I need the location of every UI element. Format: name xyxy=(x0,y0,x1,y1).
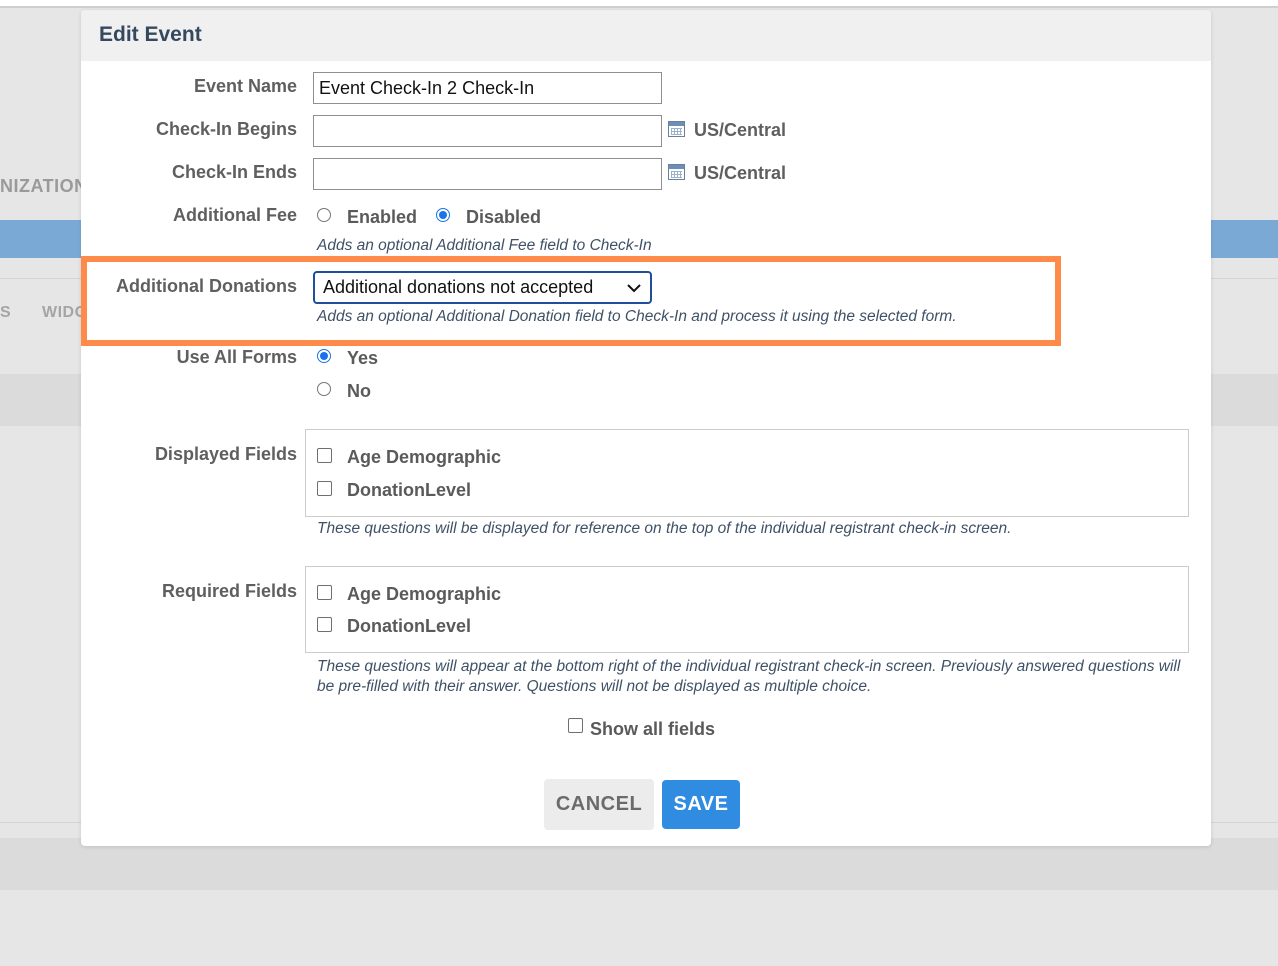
additional-fee-enabled-label[interactable]: Enabled xyxy=(347,207,417,228)
additional-fee-disabled-radio[interactable] xyxy=(436,208,450,222)
use-all-forms-no-label[interactable]: No xyxy=(347,381,371,402)
checkin-begins-timezone: US/Central xyxy=(694,120,787,140)
required-field-label[interactable]: Age Demographic xyxy=(347,584,501,605)
save-button[interactable]: SAVE xyxy=(662,780,740,829)
calendar-icon[interactable] xyxy=(668,164,685,180)
displayed-field-checkbox[interactable] xyxy=(317,481,332,496)
required-fields-label: Required Fields xyxy=(161,581,297,601)
edit-event-modal: Edit Event Event Name Check-In Begins US… xyxy=(81,10,1211,846)
show-all-fields-label[interactable]: Show all fields xyxy=(590,719,715,740)
displayed-field-label[interactable]: Age Demographic xyxy=(347,447,501,468)
required-field-label[interactable]: DonationLevel xyxy=(347,616,471,637)
checkin-ends-timezone: US/Central xyxy=(694,163,787,183)
background-divider xyxy=(0,6,1278,8)
use-all-forms-yes-label[interactable]: Yes xyxy=(347,348,378,369)
displayed-fields-help: These questions will be displayed for re… xyxy=(317,520,1012,537)
additional-donations-help: Adds an optional Additional Donation fie… xyxy=(317,308,957,325)
displayed-fields-box: Age Demographic DonationLevel xyxy=(305,429,1189,517)
additional-fee-help: Adds an optional Additional Fee field to… xyxy=(317,237,652,254)
required-field-checkbox[interactable] xyxy=(317,617,332,632)
displayed-field-label[interactable]: DonationLevel xyxy=(347,480,471,501)
chevron-down-icon xyxy=(627,284,641,293)
checkin-begins-label: Check-In Begins xyxy=(155,119,297,139)
additional-donations-select[interactable]: Additional donations not accepted xyxy=(313,271,652,304)
required-fields-box: Age Demographic DonationLevel xyxy=(305,566,1189,653)
show-all-fields-checkbox[interactable] xyxy=(568,718,583,733)
modal-title: Edit Event xyxy=(99,23,202,46)
use-all-forms-yes-radio[interactable] xyxy=(317,349,331,363)
checkin-ends-input[interactable] xyxy=(313,158,662,190)
required-field-checkbox[interactable] xyxy=(317,585,332,600)
background-org-label: NIZATION xyxy=(0,176,88,196)
checkin-begins-input[interactable] xyxy=(313,115,662,147)
additional-fee-label: Additional Fee xyxy=(172,205,297,225)
calendar-icon[interactable] xyxy=(668,121,685,137)
required-fields-help: These questions will appear at the botto… xyxy=(317,658,1181,695)
additional-fee-enabled-radio[interactable] xyxy=(317,208,331,222)
use-all-forms-no-radio[interactable] xyxy=(317,382,331,396)
cancel-button[interactable]: CANCEL xyxy=(544,779,654,830)
checkin-ends-label: Check-In Ends xyxy=(171,162,297,182)
displayed-fields-label: Displayed Fields xyxy=(154,444,297,464)
additional-donations-selected: Additional donations not accepted xyxy=(323,277,594,297)
additional-fee-disabled-label[interactable]: Disabled xyxy=(466,207,541,228)
modal-header: Edit Event xyxy=(81,10,1211,61)
additional-donations-label: Additional Donations xyxy=(116,276,297,296)
background-nav-tab: S xyxy=(0,304,11,321)
event-name-input[interactable] xyxy=(313,72,662,104)
use-all-forms-label: Use All Forms xyxy=(176,347,297,367)
displayed-field-checkbox[interactable] xyxy=(317,448,332,463)
event-name-label: Event Name xyxy=(193,76,297,96)
